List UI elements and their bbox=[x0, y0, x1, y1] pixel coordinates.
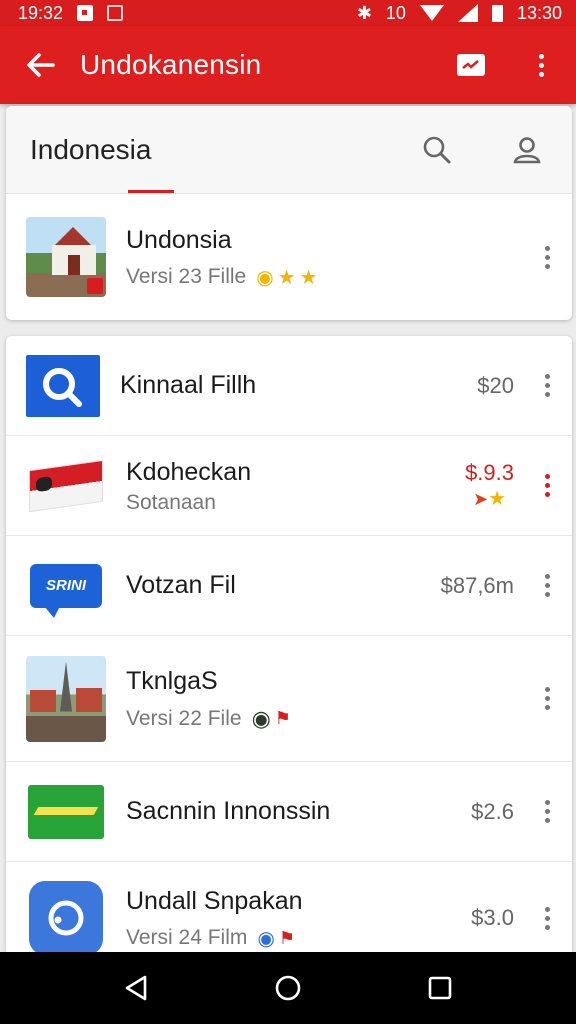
badge-icon: ◉ bbox=[256, 266, 274, 289]
item-price: $2.6 bbox=[471, 798, 514, 824]
list-item[interactable]: TknlgaS Versi 22 File ◉ ⚑ bbox=[6, 636, 572, 762]
header-card: Indonesia Undonsia Versi 23 Fille ◉ ★ ★ bbox=[6, 106, 572, 320]
list-item[interactable]: Kdoheckan Sotanaan $.9.3 ➤★ bbox=[6, 436, 572, 536]
rating-badges: ◉ ⚑ bbox=[252, 706, 291, 732]
more-vert-icon bbox=[538, 53, 544, 77]
item-thumbnail bbox=[26, 655, 106, 742]
nav-home-icon bbox=[275, 975, 301, 1001]
status-right: ✱ 10 13:30 bbox=[357, 3, 562, 24]
status-time-left: 19:32 bbox=[18, 2, 64, 23]
more-vert-icon bbox=[545, 574, 550, 597]
item-thumbnail bbox=[26, 878, 106, 956]
item-price: $20 bbox=[477, 372, 514, 398]
more-vert-icon bbox=[545, 374, 550, 397]
item-subtitle: Versi 24 Film bbox=[126, 926, 248, 950]
search-icon bbox=[43, 367, 82, 407]
more-vert-icon bbox=[545, 906, 550, 930]
list-item[interactable]: SRINI Votzan Fil $87,6m bbox=[6, 536, 572, 636]
nav-recents-button[interactable] bbox=[410, 958, 470, 1018]
item-menu-button[interactable] bbox=[545, 574, 550, 597]
item-menu-button[interactable] bbox=[545, 374, 550, 397]
nav-back-button[interactable] bbox=[106, 958, 166, 1018]
app-title: Undokanensin bbox=[80, 49, 262, 80]
featured-menu-button[interactable] bbox=[545, 245, 550, 269]
person-icon bbox=[513, 136, 541, 163]
search-row: Indonesia bbox=[6, 106, 572, 194]
notification-icon bbox=[77, 5, 94, 21]
app-icon bbox=[29, 881, 103, 955]
chart-icon bbox=[457, 54, 485, 76]
item-price: $.9.3 ➤★ bbox=[465, 460, 514, 511]
back-button[interactable] bbox=[0, 26, 80, 104]
item-thumbnail bbox=[26, 771, 106, 852]
featured-thumbnail bbox=[26, 217, 106, 297]
star-icon: ★ bbox=[277, 266, 296, 289]
item-menu-button[interactable] bbox=[545, 906, 550, 930]
more-options-button[interactable] bbox=[506, 26, 576, 104]
battery-icon bbox=[491, 4, 503, 22]
nav-recents-icon bbox=[428, 976, 452, 1000]
system-nav-bar bbox=[0, 952, 576, 1024]
account-button[interactable] bbox=[482, 106, 572, 194]
status-bar: 19:32 ✱ 10 13:30 bbox=[0, 0, 576, 26]
app-bar: Undokanensin bbox=[0, 26, 576, 104]
search-button[interactable] bbox=[392, 106, 482, 194]
rating-badges: ◉ ⚑ bbox=[257, 926, 295, 951]
status-time-right: 13:30 bbox=[516, 2, 562, 23]
featured-item[interactable]: Undonsia Versi 23 Fille ◉ ★ ★ bbox=[6, 194, 572, 320]
rating-badges: ➤★ bbox=[473, 488, 507, 510]
item-thumbnail: SRINI bbox=[26, 545, 106, 626]
list-item[interactable]: Sacnnin Innonssin $2.6 bbox=[6, 762, 572, 862]
list-item[interactable]: Undall Snpakan Versi 24 Film ◉ ⚑ $3.0 bbox=[6, 862, 572, 956]
item-menu-button[interactable] bbox=[545, 474, 550, 497]
nav-home-button[interactable] bbox=[258, 958, 318, 1018]
item-menu-button[interactable] bbox=[545, 800, 550, 823]
more-vert-icon bbox=[545, 474, 550, 497]
status-signal-text: 10 bbox=[385, 2, 406, 23]
item-price-value: $.9.3 bbox=[465, 460, 514, 485]
featured-title: Undonsia bbox=[126, 226, 232, 255]
app-list: Kinnaal Fillh $20 Kdoheckan Sotanaan $.9… bbox=[6, 336, 572, 956]
signal-icon bbox=[457, 4, 478, 22]
featured-subtitle-row: Versi 23 Fille ◉ ★ ★ bbox=[126, 265, 572, 290]
item-price: $87,6m bbox=[440, 572, 514, 598]
item-title: TknlgaS bbox=[126, 667, 218, 696]
chart-button[interactable] bbox=[436, 26, 506, 104]
badge-icon: ◉ bbox=[251, 705, 271, 731]
more-vert-icon bbox=[545, 687, 550, 710]
back-arrow-icon bbox=[27, 53, 55, 77]
bluetooth-icon: ✱ bbox=[356, 2, 372, 23]
item-thumbnail bbox=[26, 354, 100, 417]
item-subtitle-row: Versi 22 File ◉ ⚑ bbox=[126, 706, 572, 732]
active-tab-indicator bbox=[128, 190, 174, 193]
item-subtitle: Versi 22 File bbox=[126, 706, 242, 730]
item-price: $3.0 bbox=[471, 905, 514, 930]
search-title: Indonesia bbox=[30, 133, 152, 165]
featured-subtitle: Versi 23 Fille bbox=[126, 265, 247, 289]
item-text: TknlgaS Versi 22 File ◉ ⚑ bbox=[126, 665, 572, 732]
chat-bubble-icon: SRINI bbox=[30, 563, 102, 618]
item-menu-button[interactable] bbox=[545, 687, 550, 710]
badge-icon: ◉ bbox=[257, 927, 275, 950]
more-vert-icon bbox=[545, 245, 550, 269]
status-left: 19:32 bbox=[18, 2, 124, 24]
rating-badges: ◉ ★ ★ bbox=[256, 265, 317, 290]
gallery-icon bbox=[107, 5, 124, 21]
item-thumbnail bbox=[26, 445, 106, 526]
search-icon bbox=[423, 136, 451, 163]
wifi-icon bbox=[419, 5, 444, 21]
flag-icon: ⚑ bbox=[274, 708, 291, 729]
featured-text: Undonsia Versi 23 Fille ◉ ★ ★ bbox=[126, 224, 572, 290]
list-item[interactable]: Kinnaal Fillh $20 bbox=[6, 336, 572, 436]
more-vert-icon bbox=[545, 800, 550, 823]
nav-back-icon bbox=[125, 975, 147, 1001]
flag-icon: ⚑ bbox=[278, 927, 295, 948]
star-icon: ★ bbox=[299, 266, 318, 289]
